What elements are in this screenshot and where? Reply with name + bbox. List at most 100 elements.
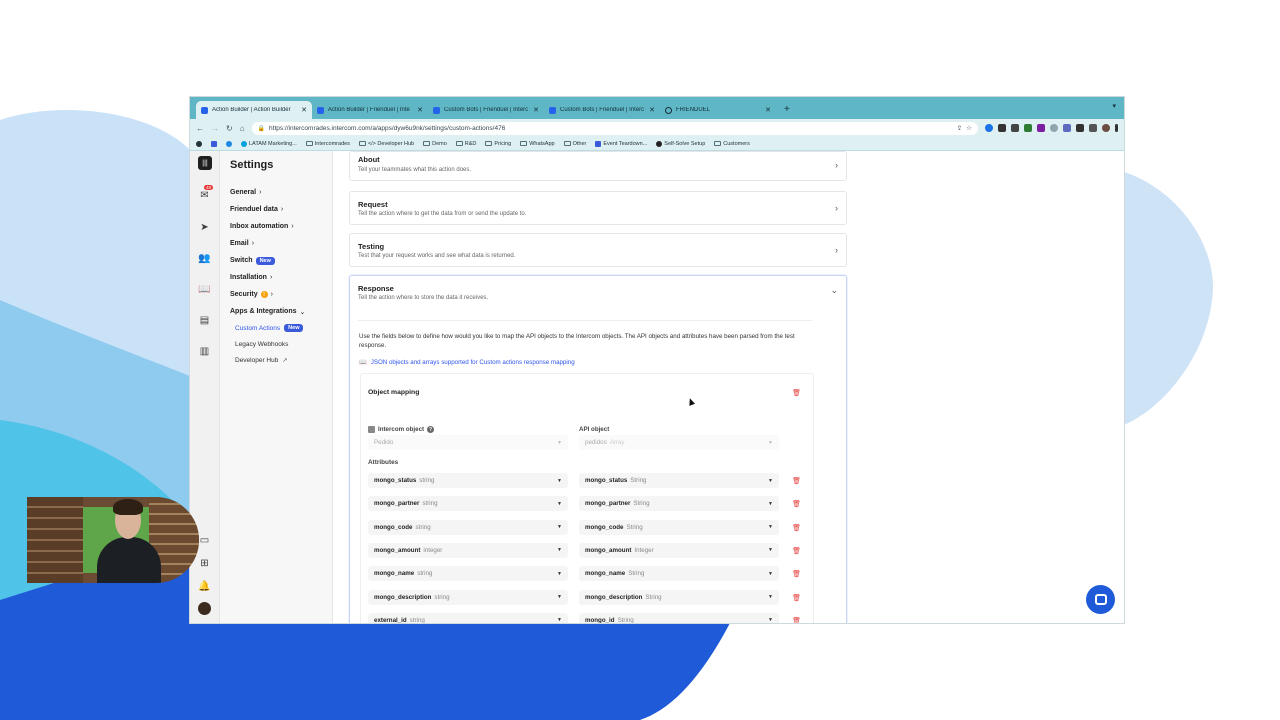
section-description: Tell the action where to get the data fr… — [358, 211, 527, 217]
close-icon[interactable]: ✕ — [301, 106, 307, 114]
bookmark-icon-2[interactable] — [211, 140, 217, 147]
outbound-icon[interactable]: ➤ — [198, 221, 211, 234]
intercom-attribute-select[interactable]: mongo_name string ▼ — [368, 566, 568, 582]
delete-attribute-trash-icon[interactable]: 🗑 — [792, 617, 801, 623]
home-icon[interactable]: ⌂ — [240, 124, 245, 133]
intercom-attribute-select[interactable]: mongo_partner string ▼ — [368, 496, 568, 512]
subnav-custom-actions[interactable]: Custom Actions New — [230, 320, 332, 336]
messenger-launcher-button[interactable] — [1086, 585, 1115, 614]
intercom-logo-icon[interactable]: ||| — [198, 156, 212, 170]
object-mapping-title: Object mapping — [368, 389, 420, 396]
reload-icon[interactable]: ↻ — [226, 124, 233, 133]
bookmark-folder[interactable]: R&D — [455, 141, 476, 147]
bookmark-selfsolve[interactable]: Self-Solve Setup — [656, 140, 705, 147]
section-testing[interactable]: Testing Test that your request works and… — [349, 233, 847, 267]
bookmark-folder[interactable]: </> Developer Hub — [358, 141, 414, 147]
response-mapping-link[interactable]: 📖 JSON objects and arrays supported for … — [359, 358, 575, 367]
api-attribute-select[interactable]: mongo_amount Integer ▼ — [579, 542, 779, 558]
api-attribute-select[interactable]: mongo_name String ▼ — [579, 566, 779, 582]
browser-tab[interactable]: Action Builder | Frienduel | Inte ✕ — [312, 101, 428, 119]
nav-general[interactable]: General › — [230, 184, 332, 201]
delete-attribute-trash-icon[interactable]: 🗑 — [792, 547, 801, 555]
book-icon: 📖 — [359, 359, 367, 366]
apps-icon[interactable]: ⊞ — [198, 557, 211, 570]
browser-tab[interactable]: Custom Bots | Frienduel | Interc ✕ — [428, 101, 544, 119]
bookmark-folder[interactable]: Intercomrades — [305, 141, 350, 147]
api-attribute-select[interactable]: mongo_description String ▼ — [579, 589, 779, 605]
delete-attribute-trash-icon[interactable]: 🗑 — [792, 594, 801, 602]
extension-icon[interactable] — [1024, 124, 1032, 132]
nav-frienduel-data[interactable]: Frienduel data › — [230, 201, 332, 218]
nav-installation[interactable]: Installation › — [230, 269, 332, 286]
bookmark-latam[interactable]: LATAM Marketing... — [241, 140, 297, 147]
intercom-attribute-select[interactable]: mongo_amount integer ▼ — [368, 542, 568, 558]
intercom-attribute-select[interactable]: external_id string ▼ — [368, 612, 568, 623]
close-icon[interactable]: ✕ — [533, 106, 539, 114]
chevron-down-icon[interactable]: ⌄ — [830, 285, 838, 296]
inbox-icon[interactable]: ✉ — [198, 189, 211, 202]
contacts-icon[interactable]: 👥 — [198, 252, 211, 265]
tab-bar: Action Builder | Action Builder ✕ Action … — [190, 97, 1124, 119]
subnav-developer-hub[interactable]: Developer Hub ↗ — [230, 352, 332, 368]
bookmark-folder[interactable]: Other — [563, 141, 586, 147]
nav-inbox-automation[interactable]: Inbox automation › — [230, 218, 332, 235]
nav-security[interactable]: Security! › — [230, 286, 332, 303]
intercom-attribute-select[interactable]: mongo_status string ▼ — [368, 473, 568, 488]
api-attribute-select[interactable]: mongo_status String ▼ — [579, 473, 779, 488]
extension-icon[interactable] — [985, 124, 993, 132]
reports-icon[interactable]: ▥ — [198, 345, 211, 358]
intercom-attribute-select[interactable]: mongo_code string ▼ — [368, 519, 568, 535]
subnav-legacy-webhooks[interactable]: Legacy Webhooks — [230, 336, 332, 352]
browser-tab[interactable]: FRIENDUEL ✕ — [660, 101, 776, 119]
chat-icon[interactable]: ▭ — [198, 534, 211, 547]
bookmark-icon-3[interactable] — [226, 140, 232, 147]
puzzle-icon[interactable] — [1076, 124, 1084, 132]
url-field[interactable]: 🔒 https://intercomrades.intercom.com/a/a… — [251, 121, 978, 135]
browser-tab[interactable]: Action Builder | Action Builder ✕ — [196, 101, 312, 119]
api-attribute-select[interactable]: mongo_id String ▼ — [579, 612, 779, 623]
new-tab-icon[interactable]: + — [784, 101, 790, 119]
nav-apps-integrations[interactable]: Apps & Integrations ⌄ — [230, 303, 332, 320]
forward-icon[interactable]: → — [211, 124, 219, 133]
intercom-attribute-select[interactable]: mongo_description string ▼ — [368, 589, 568, 605]
bookmark-folder[interactable]: Demo — [423, 141, 447, 147]
help-icon[interactable]: ? — [427, 426, 435, 433]
api-attribute-select[interactable]: mongo_partner String ▼ — [579, 496, 779, 512]
bookmark-icon-1[interactable] — [196, 140, 202, 147]
api-attribute-select[interactable]: mongo_code String ▼ — [579, 519, 779, 535]
tab-search-icon[interactable]: ▾ — [1112, 102, 1116, 110]
bookmark-folder[interactable]: WhatsApp — [520, 141, 555, 147]
more-icon[interactable] — [1115, 124, 1118, 132]
bookmark-folder[interactable]: Customers — [714, 141, 750, 147]
close-icon[interactable]: ✕ — [417, 106, 423, 114]
delete-mapping-trash-icon[interactable]: 🗑 — [792, 389, 801, 397]
bookmark-event[interactable]: Event Teardown... — [595, 140, 647, 147]
bell-icon[interactable]: 🔔 — [198, 580, 211, 593]
nav-email[interactable]: Email › — [230, 235, 332, 252]
articles-icon[interactable]: 📖 — [198, 283, 211, 296]
close-icon[interactable]: ✕ — [649, 106, 655, 114]
browser-tab[interactable]: Custom Bots | Frienduel | Interc ✕ — [544, 101, 660, 119]
star-icon[interactable]: ☆ — [966, 124, 972, 132]
nav-switch[interactable]: Switch New — [230, 252, 332, 269]
bookmark-folder[interactable]: Pricing — [485, 141, 511, 147]
close-icon[interactable]: ✕ — [765, 106, 771, 114]
user-avatar[interactable] — [198, 602, 211, 615]
extension-icon[interactable] — [1011, 124, 1019, 132]
share-icon[interactable]: ⇪ — [957, 124, 962, 132]
section-request[interactable]: Request Tell the action where to get the… — [349, 191, 847, 225]
profile-avatar[interactable] — [1102, 124, 1110, 132]
section-about[interactable]: About Tell your teammates what this acti… — [349, 151, 847, 181]
extension-icon[interactable] — [1050, 124, 1058, 132]
extension-icon[interactable] — [998, 124, 1006, 132]
delete-attribute-trash-icon[interactable]: 🗑 — [792, 570, 801, 578]
delete-attribute-trash-icon[interactable]: 🗑 — [792, 524, 801, 532]
sidebar-icon[interactable] — [1089, 124, 1097, 132]
tab-title: Action Builder | Action Builder — [212, 107, 291, 113]
delete-attribute-trash-icon[interactable]: 🗑 — [792, 477, 801, 485]
extension-icon[interactable] — [1063, 124, 1071, 132]
messages-icon[interactable]: ▤ — [198, 314, 211, 327]
delete-attribute-trash-icon[interactable]: 🗑 — [792, 500, 801, 508]
extension-icon[interactable] — [1037, 124, 1045, 132]
back-icon[interactable]: ← — [196, 124, 204, 133]
